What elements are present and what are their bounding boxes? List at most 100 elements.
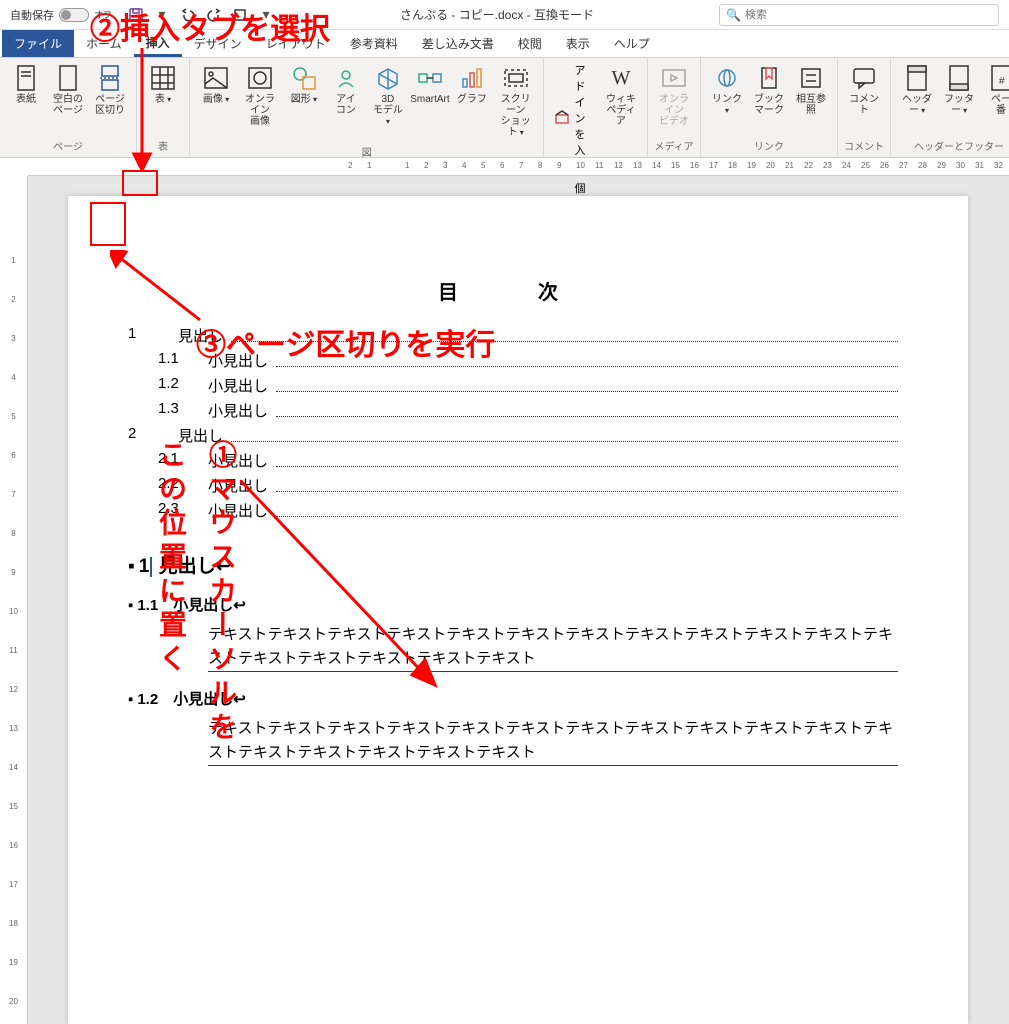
table-label: 表 [155, 94, 171, 105]
footer-label: フッター [944, 94, 974, 116]
online-video-button: オンライン ビデオ [654, 60, 694, 136]
group-media: オンライン ビデオ メディア [648, 58, 701, 157]
annotation-1-line1: ①マウスカーソルを [200, 440, 242, 746]
comment-button[interactable]: コメント [844, 60, 884, 136]
toc-line[interactable]: 2見出し [128, 425, 898, 446]
page-break-label: ページ 区切り [95, 94, 125, 116]
toc-leader [276, 396, 898, 417]
page-number-icon: # [987, 64, 1009, 92]
shapes-icon [290, 64, 318, 92]
group-header-footer-label: ヘッダーとフッター [897, 136, 1009, 155]
tab-view[interactable]: 表示 [554, 30, 602, 57]
toc-num: 1.2 [158, 375, 208, 396]
tab-file[interactable]: ファイル [2, 30, 74, 57]
shapes-label: 図形 [291, 94, 317, 105]
cross-reference-button[interactable]: 相互参照 [791, 60, 831, 136]
horizontal-ruler[interactable]: 2112345678910111213141516171819202122232… [28, 158, 1009, 176]
store-icon [554, 109, 570, 128]
search-input[interactable] [745, 9, 992, 21]
toc-leader [276, 446, 898, 467]
wikipedia-label: ウィキ ペディア [605, 94, 637, 127]
cover-page-button[interactable]: 表紙 [6, 60, 46, 136]
toc-text: 小見出し [208, 400, 268, 421]
footer-button[interactable]: フッター [939, 60, 979, 136]
toc-leader [276, 371, 898, 392]
page-break-icon [96, 64, 124, 92]
toc-line[interactable]: 1.2小見出し [128, 375, 898, 396]
annotation-1-line2: この位置に置く [150, 440, 192, 678]
xref-icon [797, 64, 825, 92]
tab-review[interactable]: 校閲 [506, 30, 554, 57]
blank-page-label: 空白の ページ [53, 94, 83, 116]
page-break-button[interactable]: ページ 区切り [90, 60, 130, 136]
group-header-footer: ヘッダー フッター # ペー 番 ヘッダーとフッター [891, 58, 1009, 157]
smartart-button[interactable]: SmartArt [410, 60, 450, 142]
page-number-button[interactable]: # ペー 番 [981, 60, 1009, 136]
group-comments: コメント コメント [838, 58, 891, 157]
link-icon [713, 64, 741, 92]
body-text-2[interactable]: テキストテキストテキストテキストテキストテキストテキストテキストテキストテキスト… [208, 717, 898, 766]
h1-num: 1 [128, 556, 149, 577]
screenshot-button[interactable]: スクリーン ショット [494, 60, 538, 142]
bookmark-button[interactable]: ブックマーク [749, 60, 789, 136]
group-comments-label: コメント [844, 136, 884, 155]
annotation-3: ③ページ区切りを実行 [196, 320, 495, 364]
blank-page-icon [54, 64, 82, 92]
toc-leader [231, 421, 898, 442]
link-label: リンク [712, 94, 742, 116]
image-label: 画像 [203, 94, 229, 105]
image-button[interactable]: 画像 [196, 60, 236, 142]
vertical-ruler[interactable]: 1234567891011121314151617181920212223 [0, 176, 28, 1024]
heading-1-2[interactable]: 1.2 小見出し↩ [128, 688, 898, 709]
group-links: リンク ブックマーク 相互参照 リンク [701, 58, 838, 157]
bookmark-icon [755, 64, 783, 92]
video-label: オンライン ビデオ [658, 94, 690, 127]
group-media-label: メディア [654, 136, 694, 155]
page-number-label: ペー 番 [991, 94, 1009, 116]
chart-button[interactable]: グラフ [452, 60, 492, 142]
link-button[interactable]: リンク [707, 60, 747, 136]
group-illustrations: 画像 オンライン 画像 図形 アイ コン 3D モデル SmartArt グラフ… [190, 58, 544, 157]
xref-label: 相互参照 [795, 94, 827, 116]
smartart-label: SmartArt [410, 94, 449, 105]
blank-page-button[interactable]: 空白の ページ [48, 60, 88, 136]
online-image-label: オンライン 画像 [242, 94, 278, 127]
bookmark-label: ブックマーク [753, 94, 785, 116]
toc-text: 小見出し [208, 375, 268, 396]
cover-page-icon [12, 64, 40, 92]
footer-icon [945, 64, 973, 92]
toc-num: 1.3 [158, 400, 208, 421]
online-image-icon [246, 64, 274, 92]
header-button[interactable]: ヘッダー [897, 60, 937, 136]
icons-icon [332, 64, 360, 92]
search-box[interactable]: 🔍 [719, 4, 999, 26]
tab-references[interactable]: 参考資料 [338, 30, 410, 57]
header-label: ヘッダー [902, 94, 932, 116]
group-pages-label: ページ [6, 136, 130, 155]
comment-icon [850, 64, 878, 92]
toc-line[interactable]: 2.1小見出し [128, 450, 898, 471]
toc-title: 目 次 [128, 276, 898, 305]
tab-mailings[interactable]: 差し込み文書 [410, 30, 506, 57]
arrow-2 [130, 48, 154, 172]
video-icon [660, 64, 688, 92]
search-icon: 🔍 [726, 8, 741, 22]
3d-model-icon [374, 64, 402, 92]
shapes-button[interactable]: 図形 [284, 60, 324, 142]
toggle-switch[interactable] [59, 8, 89, 22]
header-icon [903, 64, 931, 92]
tab-help[interactable]: ヘルプ [602, 30, 662, 57]
highlight-insert-tab [122, 170, 158, 196]
icons-button[interactable]: アイ コン [326, 60, 366, 142]
h2-12-num: 1.2 [128, 691, 158, 708]
comment-label: コメント [848, 94, 880, 116]
toc-line[interactable]: 1.3小見出し [128, 400, 898, 421]
group-links-label: リンク [707, 136, 831, 155]
chart-label: グラフ [457, 94, 487, 105]
3d-model-button[interactable]: 3D モデル [368, 60, 408, 142]
svg-text:#: # [999, 76, 1005, 87]
online-image-button[interactable]: オンライン 画像 [238, 60, 282, 142]
smartart-icon [416, 64, 444, 92]
screenshot-icon [502, 64, 530, 92]
group-pages: 表紙 空白の ページ ページ 区切り ページ [0, 58, 137, 157]
